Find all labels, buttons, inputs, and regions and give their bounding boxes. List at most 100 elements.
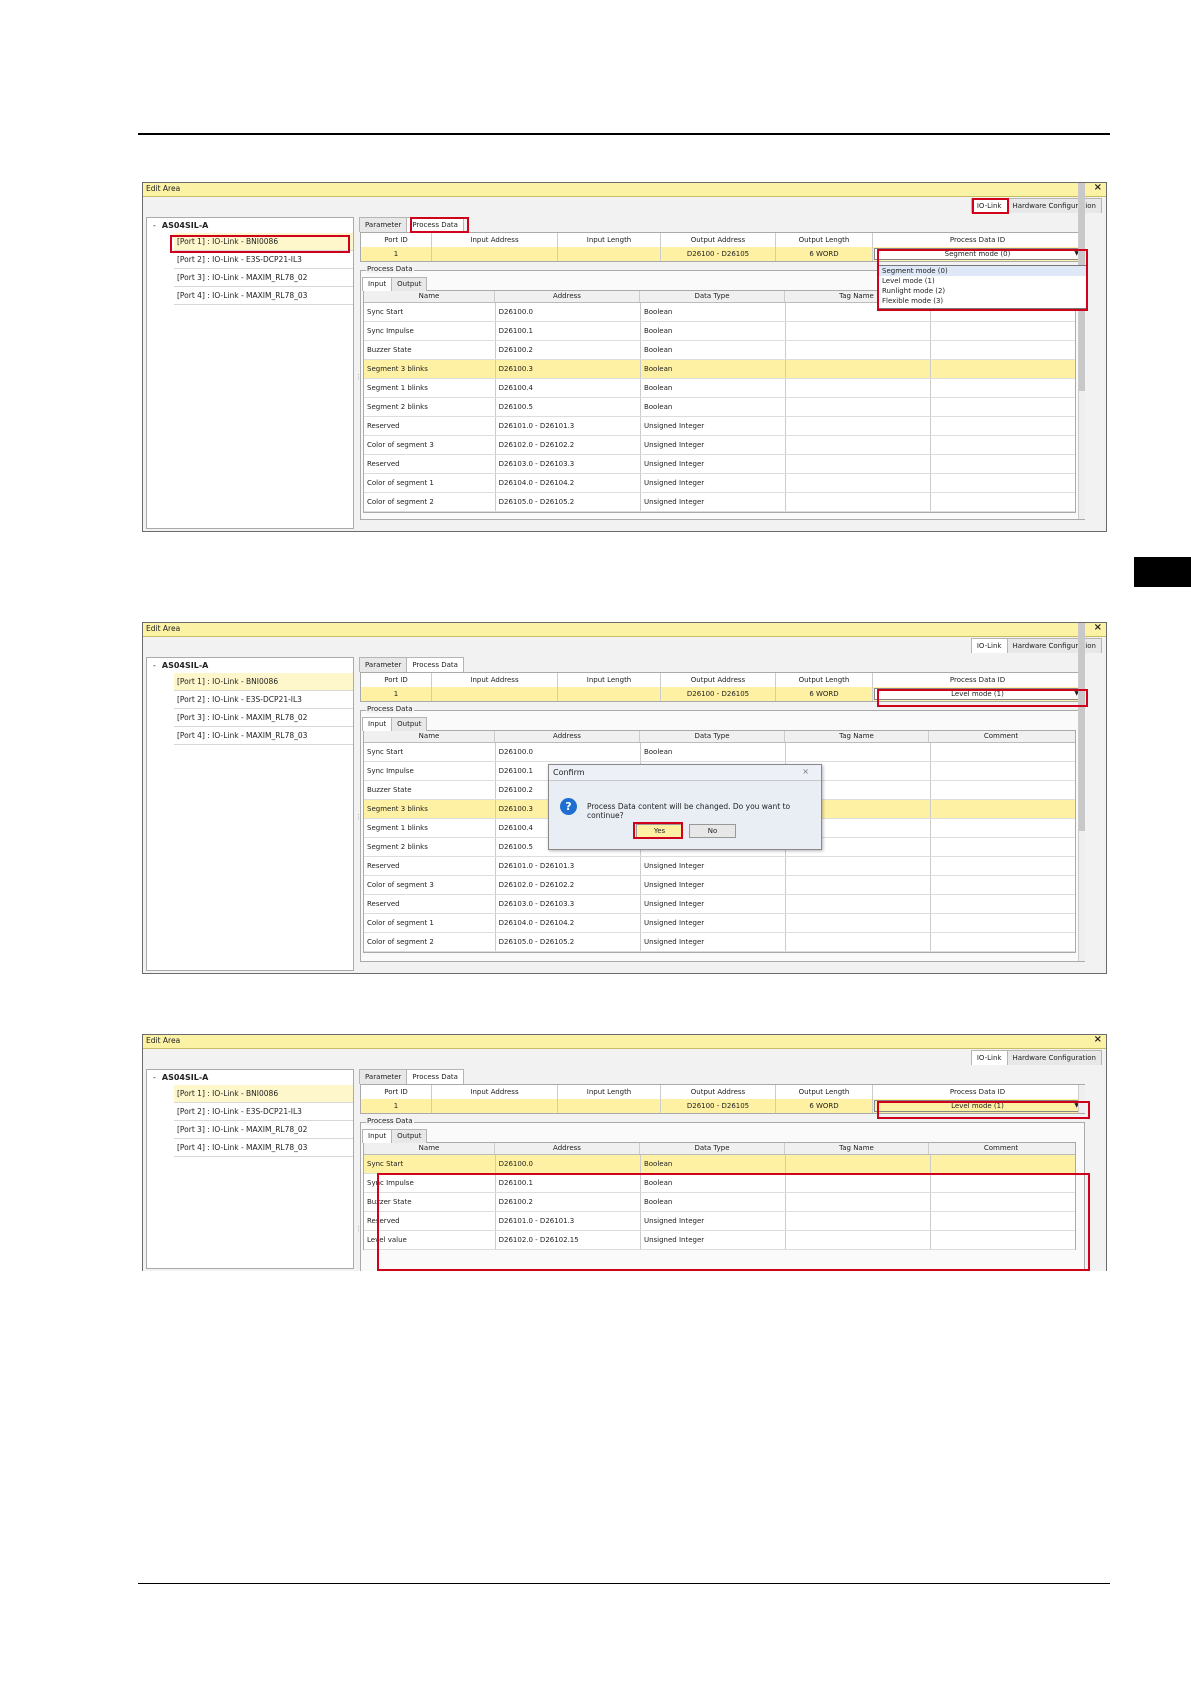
- cell-tag-name: [786, 322, 931, 340]
- table-row[interactable]: Segment 1 blinksD26100.4Boolean: [364, 379, 1075, 398]
- option-flexible-mode[interactable]: Flexible mode (3): [879, 296, 1087, 306]
- tab-input[interactable]: Input: [362, 717, 393, 731]
- tree-item-port-3[interactable]: [Port 3] : IO-Link - MAXIM_RL78_02: [174, 709, 353, 727]
- port-row[interactable]: 1 D26100 - D26105 6 WORD Level mode (1) ▼: [361, 1099, 1084, 1113]
- col-tag-name: Tag Name: [785, 1143, 929, 1154]
- table-row[interactable]: Segment 2 blinksD26100.5Boolean: [364, 398, 1075, 417]
- scrollbar-thumb[interactable]: [1079, 623, 1085, 831]
- cell-data-type: Boolean: [641, 303, 787, 321]
- cell-name: Color of segment 3: [364, 436, 496, 454]
- option-segment-mode[interactable]: Segment mode (0): [879, 266, 1087, 276]
- table-row[interactable]: Segment 3 blinksD26100.3Boolean: [364, 360, 1075, 379]
- scrollbar[interactable]: [1078, 183, 1085, 519]
- process-data-id-dropdown: Segment mode (0) Level mode (1) Runlight…: [878, 265, 1088, 309]
- tree-item-port-3[interactable]: [Port 3] : IO-Link - MAXIM_RL78_02: [174, 1121, 353, 1139]
- tab-io-link[interactable]: IO-Link: [970, 1050, 1008, 1065]
- close-icon[interactable]: ×: [1094, 623, 1102, 633]
- table-row[interactable]: Reserved D26101.0 - D26101.3 Unsigned Inte…: [364, 857, 1075, 876]
- tab-io-link[interactable]: IO-Link: [970, 638, 1008, 653]
- port-row[interactable]: 1 D26100 - D26105 6 WORD Segment mode (0…: [361, 247, 1084, 261]
- tab-parameter[interactable]: Parameter: [359, 657, 408, 672]
- table-row[interactable]: Reserved D26101.0 - D26101.3 Unsigned Inte…: [364, 417, 1075, 436]
- tab-input[interactable]: Input: [362, 277, 393, 291]
- table-row[interactable]: Color of segment 2 D26105.0 - D26105.2 Uns…: [364, 933, 1075, 952]
- no-button[interactable]: No: [689, 824, 736, 838]
- process-data-id-select[interactable]: Segment mode (0) ▼: [874, 248, 1081, 260]
- table-row[interactable]: Level value D26102.0 - D26102.15 Unsigned …: [364, 1231, 1075, 1250]
- cell-data-type: Boolean: [641, 398, 787, 416]
- option-runlight-mode[interactable]: Runlight mode (2): [879, 286, 1087, 296]
- tab-io-link[interactable]: IO-Link: [970, 198, 1008, 213]
- tab-hardware-configuration[interactable]: Hardware Configuration: [1006, 198, 1102, 213]
- splitter-handle[interactable]: ⋮: [355, 813, 362, 821]
- table-row[interactable]: Color of segment 1 D26104.0 - D26104.2 Uns…: [364, 914, 1075, 933]
- cell-comment: [931, 838, 1075, 856]
- tab-parameter[interactable]: Parameter: [359, 1069, 408, 1084]
- tab-hardware-configuration[interactable]: Hardware Configuration: [1006, 1050, 1102, 1065]
- cell-tag-name: [786, 1231, 931, 1249]
- cell-address: D26101.0 - D26101.3: [496, 857, 641, 875]
- tree-item-port-2[interactable]: [Port 2] : IO-Link - E3S-DCP21-IL3: [174, 1103, 353, 1121]
- cell-address: D26100.0: [496, 1155, 641, 1173]
- col-port-id: Port ID: [361, 1085, 432, 1099]
- splitter-handle[interactable]: ⋮: [355, 1225, 362, 1233]
- tree-root[interactable]: - AS04SIL-A: [147, 658, 353, 673]
- tree-item-port-3[interactable]: [Port 3] : IO-Link - MAXIM_RL78_02: [174, 269, 353, 287]
- cell-data-type: Unsigned Integer: [641, 895, 787, 913]
- tab-process-data[interactable]: Process Data: [406, 657, 464, 672]
- tab-input[interactable]: Input: [362, 1129, 393, 1143]
- table-row[interactable]: Buzzer StateD26100.2Boolean: [364, 1193, 1075, 1212]
- tree-item-port-2[interactable]: [Port 2] : IO-Link - E3S-DCP21-IL3: [174, 691, 353, 709]
- tree-item-port-4[interactable]: [Port 4] : IO-Link - MAXIM_RL78_03: [174, 1139, 353, 1157]
- cell-data-type: Unsigned Integer: [641, 455, 787, 473]
- cell-data-type: Unsigned Integer: [641, 914, 787, 932]
- close-icon[interactable]: ×: [1094, 1035, 1102, 1045]
- table-row[interactable]: Sync ImpulseD26100.1Boolean: [364, 322, 1075, 341]
- process-data-id-select[interactable]: Level mode (1) ▼: [874, 688, 1081, 700]
- table-row[interactable]: Reserved D26103.0 - D26103.3 Unsigned Inte…: [364, 455, 1075, 474]
- collapse-icon[interactable]: -: [153, 661, 156, 670]
- scrollbar[interactable]: [1078, 1085, 1085, 1113]
- tree-item-port-1[interactable]: [Port 1] : IO-Link - BNI0086: [174, 1085, 353, 1103]
- close-icon[interactable]: ×: [1094, 183, 1102, 193]
- tree-item-port-1[interactable]: [Port 1] : IO-Link - BNI0086: [174, 233, 353, 251]
- table-row[interactable]: Reserved D26101.0 - D26101.3 Unsigned Inte…: [364, 1212, 1075, 1231]
- tree-item-port-1[interactable]: [Port 1] : IO-Link - BNI0086: [174, 673, 353, 691]
- table-row[interactable]: Sync Start D26100.0 Boolean: [364, 1155, 1075, 1174]
- cell-tag-name: [786, 1174, 931, 1192]
- collapse-icon[interactable]: -: [153, 1073, 156, 1082]
- tree-root[interactable]: - AS04SIL-A: [147, 218, 353, 233]
- tree-root[interactable]: - AS04SIL-A: [147, 1070, 353, 1085]
- option-level-mode[interactable]: Level mode (1): [879, 276, 1087, 286]
- tree-item-port-4[interactable]: [Port 4] : IO-Link - MAXIM_RL78_03: [174, 727, 353, 745]
- tab-output[interactable]: Output: [391, 1129, 428, 1143]
- cell-output-length: 6 WORD: [776, 1099, 873, 1113]
- cell-comment: [931, 474, 1075, 492]
- table-row[interactable]: Sync ImpulseD26100.1Boolean: [364, 1174, 1075, 1193]
- scrollbar[interactable]: [1078, 623, 1085, 961]
- table-row[interactable]: Buzzer StateD26100.2Boolean: [364, 341, 1075, 360]
- tab-hardware-configuration[interactable]: Hardware Configuration: [1006, 638, 1102, 653]
- table-row[interactable]: Color of segment 1 D26104.0 - D26104.2 Uns…: [364, 474, 1075, 493]
- table-row[interactable]: Color of segment 3 D26102.0 - D26102.2 Uns…: [364, 436, 1075, 455]
- port-row[interactable]: 1 D26100 - D26105 6 WORD Level mode (1) ▼: [361, 687, 1084, 701]
- cell-data-type: Unsigned Integer: [641, 933, 787, 951]
- cell-data-type: Boolean: [641, 1174, 787, 1192]
- tab-parameter[interactable]: Parameter: [359, 217, 408, 232]
- tab-process-data[interactable]: Process Data: [406, 1069, 464, 1084]
- process-data-id-select[interactable]: Level mode (1) ▼: [874, 1100, 1081, 1112]
- table-row[interactable]: Reserved D26103.0 - D26103.3 Unsigned Inte…: [364, 895, 1075, 914]
- tab-output[interactable]: Output: [391, 277, 428, 291]
- dialog-close-icon[interactable]: ×: [802, 767, 809, 776]
- tab-process-data[interactable]: Process Data: [406, 217, 464, 232]
- cell-data-type: Boolean: [641, 1155, 787, 1173]
- table-row[interactable]: Color of segment 3 D26102.0 - D26102.2 Uns…: [364, 876, 1075, 895]
- collapse-icon[interactable]: -: [153, 221, 156, 230]
- splitter-handle[interactable]: ⋮: [355, 373, 362, 381]
- yes-button[interactable]: Yes: [636, 824, 683, 838]
- tree-item-port-2[interactable]: [Port 2] : IO-Link - E3S-DCP21-IL3: [174, 251, 353, 269]
- tree-item-port-4[interactable]: [Port 4] : IO-Link - MAXIM_RL78_03: [174, 287, 353, 305]
- table-row[interactable]: Color of segment 2 D26105.0 - D26105.2 Uns…: [364, 493, 1075, 512]
- table-row[interactable]: Sync Start D26100.0 Boolean: [364, 743, 1075, 762]
- tab-output[interactable]: Output: [391, 717, 428, 731]
